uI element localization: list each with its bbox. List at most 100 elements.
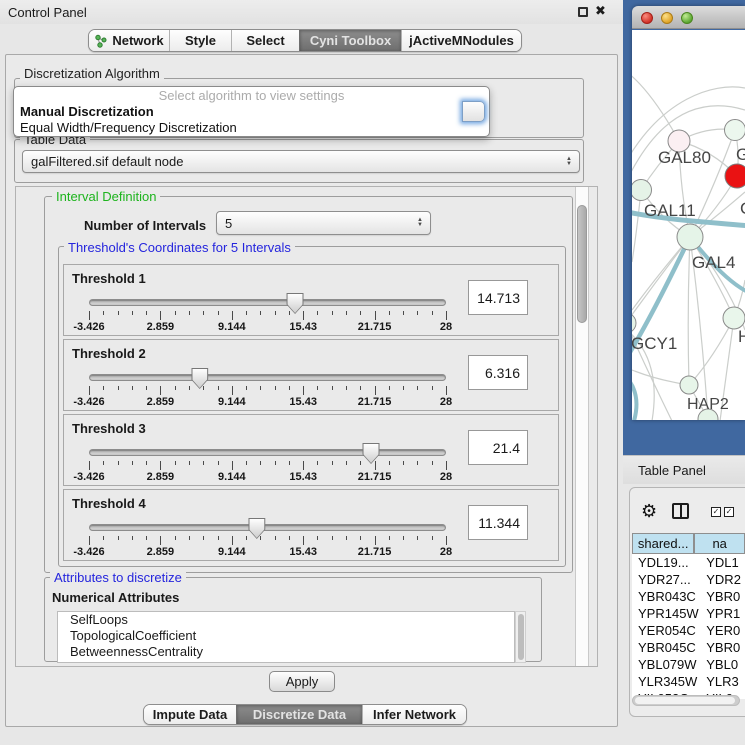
tick-mark xyxy=(432,386,433,390)
numerical-attributes-list[interactable]: SelfLoopsTopologicalCoefficientBetweenne… xyxy=(57,611,515,663)
attributes-list-scrollbar-thumb[interactable] xyxy=(518,614,524,660)
node-gal11[interactable] xyxy=(632,180,652,201)
bottom-tab-label: Impute Data xyxy=(153,707,227,722)
tick-mark xyxy=(375,536,376,545)
tick-mark xyxy=(417,311,418,315)
combo-stepper-icon[interactable]: ▲▼ xyxy=(566,157,579,167)
node-hap2[interactable] xyxy=(680,376,698,394)
algorithm-option-0[interactable]: Manual Discretization xyxy=(14,104,489,120)
network-edge[interactable] xyxy=(632,72,679,141)
apply-button[interactable]: Apply xyxy=(269,671,335,692)
network-graph[interactable]: GAL80GAGAL11CGAL4GCY1HHAP2 xyxy=(632,30,745,420)
table-cell: YBR0 xyxy=(702,639,745,656)
tab-select[interactable]: Select xyxy=(231,30,299,51)
close-traffic-light-icon[interactable] xyxy=(641,12,653,24)
slider-ticks xyxy=(89,461,446,471)
node-right-mid[interactable] xyxy=(723,307,745,329)
tick-mark xyxy=(203,461,204,465)
threshold-slider[interactable]: -3.4262.8599.14415.4321.71528 xyxy=(89,370,446,410)
threshold-slider[interactable]: -3.4262.8599.14415.4321.71528 xyxy=(89,520,446,560)
tick-mark xyxy=(432,536,433,540)
threshold-value-field[interactable]: 11.344 xyxy=(468,505,528,540)
slider-track[interactable] xyxy=(89,524,446,531)
close-icon[interactable]: ✖ xyxy=(595,3,606,19)
tick-mark xyxy=(246,311,247,315)
threshold-slider[interactable]: -3.4262.8599.14415.4321.71528 xyxy=(89,445,446,485)
column-header-0[interactable]: shared... xyxy=(632,533,694,554)
horizontal-scrollbar[interactable] xyxy=(632,695,740,706)
column-header-1[interactable]: na xyxy=(694,533,745,554)
bottom-tab-infer-network[interactable]: Infer Network xyxy=(362,705,466,724)
node-table[interactable]: shared...naYDL19...YDL1YDR27...YDR2YBR04… xyxy=(632,533,745,699)
scale-label: 21.715 xyxy=(358,396,392,408)
tab-jactivemnodules[interactable]: jActiveMNodules xyxy=(401,30,521,51)
table-header-row: shared...na xyxy=(632,533,745,554)
node-label-c: C xyxy=(740,199,745,218)
slider-track[interactable] xyxy=(89,374,446,381)
threshold-value-field[interactable]: 14.713 xyxy=(468,280,528,315)
table-data-combobox[interactable]: galFiltered.sif default node ▲▼ xyxy=(22,150,580,173)
tab-cyni-toolbox[interactable]: Cyni Toolbox xyxy=(299,30,401,51)
threshold-value-field[interactable]: 21.4 xyxy=(468,430,528,465)
numerical-attributes-label: Numerical Attributes xyxy=(52,590,179,605)
algorithm-combobox-focused-end[interactable] xyxy=(462,101,485,122)
threshold-slider[interactable]: -3.4262.8599.14415.4321.71528 xyxy=(89,295,446,335)
horizontal-scrollbar-thumb[interactable] xyxy=(635,697,735,704)
network-edge[interactable] xyxy=(688,237,690,385)
node-gal4[interactable] xyxy=(677,224,703,250)
network-window-titlebar[interactable] xyxy=(632,6,745,29)
table-row[interactable]: YDR27...YDR2 xyxy=(632,571,745,588)
scale-label: 28 xyxy=(440,546,452,558)
scale-label: 2.859 xyxy=(147,321,175,333)
table-cell: YDL1 xyxy=(702,554,745,571)
scale-label: 9.144 xyxy=(218,396,246,408)
node-red-selected[interactable] xyxy=(725,164,745,188)
attribute-list-item[interactable]: SelfLoops xyxy=(58,612,514,628)
network-edge[interactable] xyxy=(689,318,734,385)
table-row[interactable]: YPR145WYPR1 xyxy=(632,605,745,622)
tick-mark xyxy=(417,536,418,540)
table-row[interactable]: YBR045CYBR0 xyxy=(632,639,745,656)
node-gcy1[interactable] xyxy=(632,313,636,333)
minimize-traffic-light-icon[interactable] xyxy=(661,12,673,24)
attributes-list-scrollbar[interactable] xyxy=(515,611,526,663)
attributes-group-title: Attributes to discretize xyxy=(50,570,186,585)
node-top-right[interactable] xyxy=(725,120,745,141)
network-edge-thick[interactable] xyxy=(632,375,636,420)
table-row[interactable]: YBL079WYBL0 xyxy=(632,656,745,673)
tick-mark xyxy=(417,461,418,465)
tick-mark xyxy=(260,461,261,465)
tab-style[interactable]: Style xyxy=(169,30,231,51)
vertical-scrollbar-thumb[interactable] xyxy=(577,205,587,323)
float-window-icon[interactable] xyxy=(578,7,588,17)
algorithm-option-1[interactable]: Equal Width/Frequency Discretization xyxy=(14,120,489,136)
tick-mark xyxy=(103,386,104,390)
table-row[interactable]: YBR043CYBR0 xyxy=(632,588,745,605)
bottom-tab-impute-data[interactable]: Impute Data xyxy=(144,705,236,724)
table-cell: YBR043C xyxy=(632,588,702,605)
algorithm-dropdown-popup: Select algorithm to view settings Manual… xyxy=(13,86,490,137)
gear-icon[interactable]: ⚙ xyxy=(641,501,657,522)
tick-mark xyxy=(175,536,176,540)
checkbox-checked-icon[interactable]: ✓ xyxy=(711,507,721,517)
slider-track[interactable] xyxy=(89,449,446,456)
tick-mark xyxy=(175,461,176,465)
attribute-list-item[interactable]: BetweennessCentrality xyxy=(58,644,514,660)
tab-network[interactable]: Network xyxy=(89,30,169,51)
threshold-value-field[interactable]: 6.316 xyxy=(468,355,528,390)
attribute-list-item[interactable]: TopologicalCoefficient xyxy=(58,628,514,644)
split-columns-icon[interactable] xyxy=(672,503,689,519)
tick-mark xyxy=(360,311,361,315)
tick-mark xyxy=(260,536,261,540)
checkbox-checked-icon[interactable]: ✓ xyxy=(724,507,734,517)
combo-stepper-icon[interactable]: ▲▼ xyxy=(417,218,430,228)
num-intervals-combobox[interactable]: 5 ▲▼ xyxy=(216,211,431,235)
tick-mark xyxy=(275,536,276,540)
slider-track[interactable] xyxy=(89,299,446,306)
zoom-traffic-light-icon[interactable] xyxy=(681,12,693,24)
network-canvas[interactable]: GAL80GAGAL11CGAL4GCY1HHAP2 xyxy=(632,30,745,420)
table-row[interactable]: YER054CYER0 xyxy=(632,622,745,639)
table-row[interactable]: YLR345WYLR3 xyxy=(632,673,745,690)
bottom-tab-discretize-data[interactable]: Discretize Data xyxy=(236,705,362,724)
table-row[interactable]: YDL19...YDL1 xyxy=(632,554,745,571)
